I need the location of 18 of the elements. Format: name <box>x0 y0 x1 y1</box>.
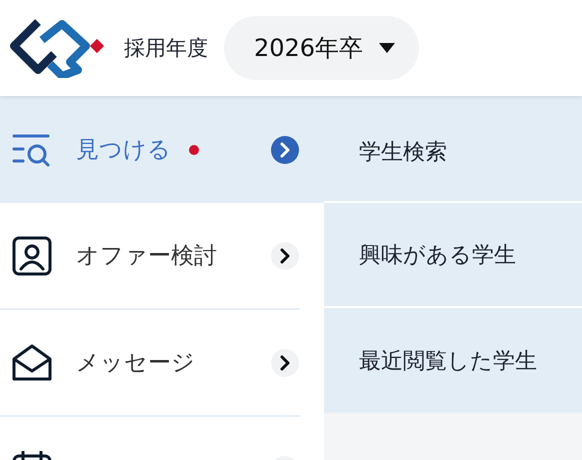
person-card-icon <box>12 236 52 276</box>
nav-label: メッセージ <box>76 349 195 378</box>
caret-icon <box>379 43 396 53</box>
chevron-icon <box>270 348 300 378</box>
envelope-icon <box>12 342 52 382</box>
nav-label: 見つける <box>76 136 171 165</box>
year-label: 採用年度 <box>124 35 208 62</box>
nav-item[interactable]: オファー検討 <box>0 203 300 310</box>
nav-item[interactable]: メッセージ <box>0 310 300 417</box>
nav-item[interactable]: 見つける <box>0 96 324 203</box>
logo-icon <box>10 18 106 78</box>
nav-label: オファー検討 <box>76 242 217 271</box>
chevron-icon <box>270 134 300 164</box>
submenu-item[interactable]: 最近閲覧した学生 <box>324 308 582 413</box>
chevron-icon <box>270 240 300 270</box>
submenu-item[interactable]: 興味がある学生 <box>324 203 582 308</box>
submenu-item[interactable]: 学生検索 <box>324 96 582 203</box>
year-dropdown[interactable]: 2026年卒 <box>224 16 420 80</box>
